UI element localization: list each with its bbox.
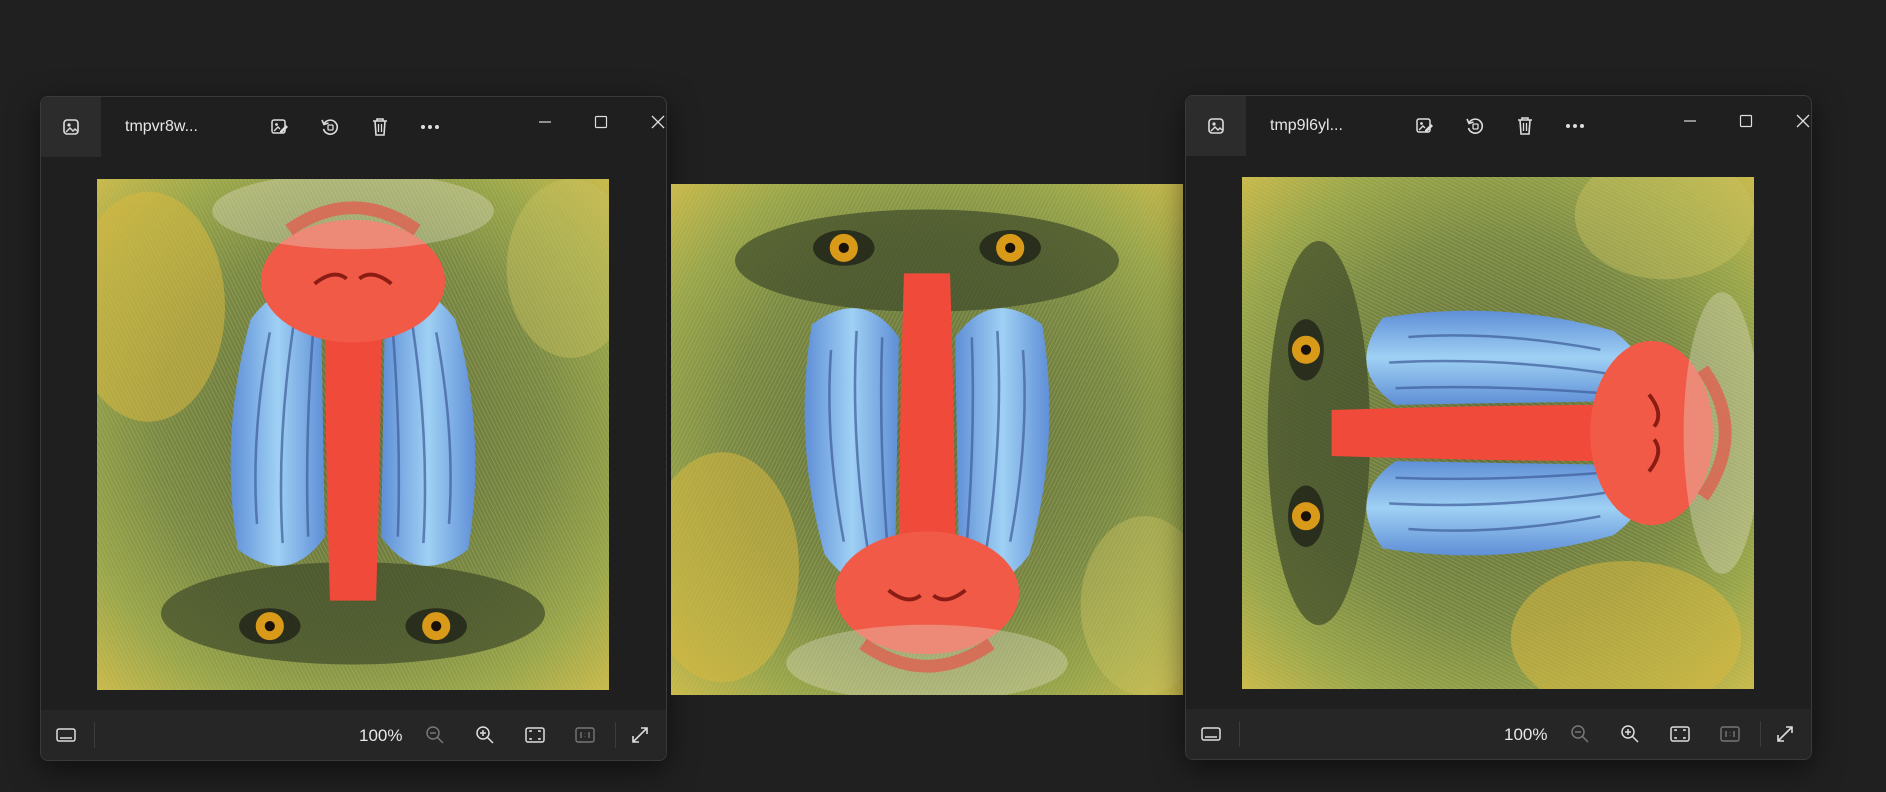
delete-icon (1518, 117, 1532, 135)
photos-app-icon (1186, 96, 1246, 156)
filmstrip-button[interactable] (51, 720, 81, 750)
rotate-button[interactable] (316, 114, 344, 140)
fullscreen-icon (1777, 726, 1793, 742)
filmstrip-icon (1201, 727, 1221, 741)
desktop-image-preview[interactable] (671, 184, 1183, 695)
fullscreen-icon (632, 727, 648, 743)
mandrill-image (671, 184, 1183, 695)
actual-size-icon (1720, 726, 1740, 742)
photos-app-icon (41, 97, 101, 157)
edit-image-icon (271, 119, 288, 134)
maximize-button[interactable] (579, 107, 623, 137)
more-icon (1566, 124, 1584, 128)
divider (615, 722, 616, 748)
zoom-in-button[interactable] (470, 720, 500, 750)
fullscreen-button[interactable] (1770, 719, 1800, 749)
zoom-out-button[interactable] (420, 720, 450, 750)
delete-button[interactable] (1511, 113, 1539, 139)
actual-size-button[interactable] (570, 720, 600, 750)
delete-button[interactable] (366, 114, 394, 140)
edit-image-button[interactable] (266, 114, 294, 140)
close-icon (651, 115, 665, 129)
more-icon (421, 125, 439, 129)
actual-size-button[interactable] (1715, 719, 1745, 749)
maximize-button[interactable] (1724, 106, 1768, 136)
window-title: tmp9l6yl... (1270, 117, 1343, 134)
divider (1239, 721, 1240, 747)
edit-image-icon (1416, 118, 1433, 133)
zoom-level[interactable]: 100% (1504, 725, 1547, 745)
zoom-in-button[interactable] (1615, 719, 1645, 749)
fit-to-window-icon (1670, 726, 1690, 742)
fit-to-window-button[interactable] (1665, 719, 1695, 749)
bottom-toolbar: 100% (41, 710, 666, 760)
mandrill-image (97, 179, 609, 690)
divider (1760, 721, 1761, 747)
delete-icon (373, 118, 387, 136)
photo-viewer-window-1[interactable]: tmpvr8w... 100% (40, 96, 667, 761)
window-title: tmpvr8w... (125, 118, 198, 135)
zoom-in-icon (476, 726, 494, 744)
rotate-icon (321, 119, 339, 135)
mandrill-image (1242, 177, 1754, 689)
fit-to-window-icon (525, 727, 545, 743)
zoom-out-button[interactable] (1565, 719, 1595, 749)
fullscreen-button[interactable] (625, 720, 655, 750)
edit-image-button[interactable] (1411, 113, 1439, 139)
photo-canvas[interactable] (1242, 177, 1754, 689)
minimize-icon (1684, 120, 1696, 122)
zoom-in-icon (1621, 725, 1639, 743)
bottom-toolbar: 100% (1186, 709, 1811, 759)
zoom-out-icon (1571, 725, 1589, 743)
filmstrip-icon (56, 728, 76, 742)
more-options-button[interactable] (1561, 113, 1589, 139)
minimize-button[interactable] (523, 107, 567, 137)
maximize-icon (1739, 114, 1753, 128)
rotate-button[interactable] (1461, 113, 1489, 139)
maximize-icon (594, 115, 608, 129)
photo-viewer-window-2[interactable]: tmp9l6yl... 100% (1185, 95, 1812, 760)
divider (94, 722, 95, 748)
close-button[interactable] (1781, 106, 1825, 136)
more-options-button[interactable] (416, 114, 444, 140)
filmstrip-button[interactable] (1196, 719, 1226, 749)
title-bar[interactable]: tmpvr8w... (41, 97, 666, 157)
minimize-button[interactable] (1668, 106, 1712, 136)
zoom-level[interactable]: 100% (359, 726, 402, 746)
rotate-icon (1466, 118, 1484, 134)
fit-to-window-button[interactable] (520, 720, 550, 750)
zoom-out-icon (426, 726, 444, 744)
photo-canvas[interactable] (97, 179, 609, 690)
minimize-icon (539, 121, 551, 123)
actual-size-icon (575, 727, 595, 743)
close-icon (1796, 114, 1810, 128)
close-button[interactable] (636, 107, 680, 137)
title-bar[interactable]: tmp9l6yl... (1186, 96, 1811, 156)
